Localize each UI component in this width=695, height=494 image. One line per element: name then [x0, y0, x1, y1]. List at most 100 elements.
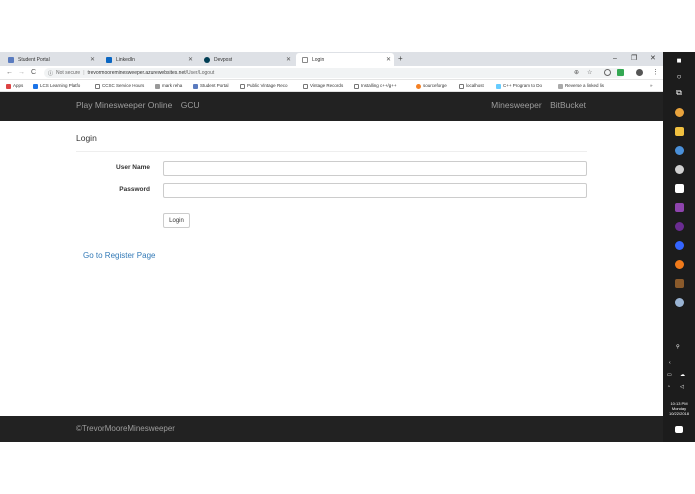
bookmark-apps[interactable]: Apps [6, 82, 23, 90]
mail-icon[interactable] [675, 184, 684, 193]
tab-favicon-icon [8, 56, 14, 63]
taskbar-clock[interactable]: 10:13 PM Monday 10/22/2018 [663, 401, 695, 416]
windows-taskbar: ■ ○ ⧉ ⚲ ‹ ▭ ☁ ◔ ◁ 10:13 PM Monday 10/22/… [663, 52, 695, 442]
address-toolbar: ← → C ⓘ Not secure | trevormooremineswee… [0, 66, 663, 80]
linkedin-icon [106, 56, 112, 63]
profile-avatar[interactable] [636, 69, 643, 76]
page-title: Login [76, 133, 97, 143]
people-icon[interactable]: ⚲ [676, 344, 680, 350]
chrome-icon[interactable] [675, 108, 684, 117]
onedrive-icon[interactable]: ☁ [680, 372, 685, 378]
bookmark-item[interactable]: CCSC Service Hours [95, 82, 144, 90]
bookmarks-bar: Apps LCS Learning Platfo CCSC Service Ho… [0, 80, 663, 92]
bookmark-favicon-icon [558, 83, 563, 89]
file-explorer-icon[interactable] [675, 127, 684, 136]
security-label: Not secure [56, 70, 81, 76]
info-icon[interactable]: ⓘ [48, 70, 53, 77]
back-button[interactable]: ← [6, 68, 13, 78]
reload-button[interactable]: C [31, 68, 36, 78]
site-navbar: Play Minesweeper Online GCU Minesweeper … [0, 92, 663, 121]
close-tab-icon[interactable]: ✕ [286, 56, 291, 63]
chevron-up-icon[interactable]: ‹ [669, 360, 671, 366]
bookmark-favicon-icon [496, 83, 501, 89]
bookmark-item[interactable]: localhost [459, 82, 484, 90]
close-tab-icon[interactable]: ✕ [90, 56, 95, 63]
bookmark-favicon-icon [155, 83, 160, 89]
page-icon [95, 83, 100, 89]
app-icon[interactable] [675, 146, 684, 155]
notification-icon[interactable] [675, 426, 683, 433]
navbar-brand: Play Minesweeper Online GCU [76, 100, 200, 110]
brand-secondary-link[interactable]: GCU [181, 100, 200, 110]
bookmark-item[interactable]: Vintage Records [303, 82, 343, 90]
close-tab-icon[interactable]: ✕ [386, 56, 391, 63]
tab-label: Devpost [214, 56, 233, 63]
battery-icon[interactable]: ▭ [667, 372, 672, 378]
bookmarks-overflow-icon[interactable]: » [650, 82, 653, 90]
zoom-icon[interactable]: ⊕ [574, 68, 579, 78]
username-label: User Name [116, 164, 150, 171]
tab-login[interactable]: Login ✕ [296, 53, 394, 66]
extension-icon[interactable] [604, 69, 611, 76]
page-icon [303, 83, 308, 89]
main-content: Login User Name Password Login Go to Reg… [0, 121, 663, 416]
nav-link-minesweeper[interactable]: Minesweeper [491, 100, 542, 110]
task-view-icon[interactable]: ⧉ [663, 88, 695, 98]
divider [76, 151, 587, 152]
tab-student-portal[interactable]: Student Portal ✕ [2, 53, 98, 66]
close-tab-icon[interactable]: ✕ [188, 56, 193, 63]
extension-icon[interactable] [617, 69, 624, 76]
register-link[interactable]: Go to Register Page [83, 251, 155, 260]
bookmark-item[interactable]: LCS Learning Platfo [33, 82, 80, 90]
apps-icon [6, 83, 11, 89]
page-icon [240, 83, 245, 89]
navbar-links: Minesweeper BitBucket [491, 100, 586, 110]
url-host: trevormooreminesweeper.azurewebsites.net [87, 70, 186, 76]
wifi-icon[interactable]: ◔ [667, 384, 670, 390]
site-footer: ©TrevorMooreMinesweeper [0, 416, 663, 442]
bookmark-favicon-icon [193, 83, 198, 89]
username-input[interactable] [163, 161, 587, 176]
visual-studio-icon[interactable] [675, 203, 684, 212]
devpost-icon [204, 56, 210, 63]
brand-link[interactable]: Play Minesweeper Online [76, 100, 172, 110]
password-input[interactable] [163, 183, 587, 198]
clock-date: 10/22/2018 [668, 411, 690, 416]
login-button[interactable]: Login [163, 213, 190, 228]
app-icon[interactable] [675, 260, 684, 269]
bookmark-item[interactable]: Public Vintage Reco [240, 82, 287, 90]
password-label: Password [119, 186, 150, 193]
app-icon[interactable] [675, 165, 684, 174]
app-icon[interactable] [675, 222, 684, 231]
bookmark-item[interactable]: Student Portal [193, 82, 229, 90]
tab-strip: Student Portal ✕ LinkedIn ✕ Devpost ✕ Lo… [0, 52, 663, 66]
menu-icon[interactable]: ⋮ [652, 68, 659, 78]
bookmark-item[interactable]: C++ Program to Do [496, 82, 542, 90]
sourceforge-icon [416, 83, 421, 89]
url-path: /User/Logout [185, 70, 215, 76]
app-icon[interactable] [675, 279, 684, 288]
bookmark-item[interactable]: sourceforge [416, 82, 447, 90]
close-window-button[interactable]: ✕ [650, 52, 656, 65]
windows-icon[interactable]: ■ [663, 56, 695, 65]
nav-link-bitbucket[interactable]: BitBucket [550, 100, 586, 110]
app-icon[interactable] [675, 241, 684, 250]
app-icon[interactable] [675, 298, 684, 307]
bookmark-item[interactable]: Installing c++/g++ [354, 82, 397, 90]
page-icon [354, 83, 359, 89]
url-bar[interactable]: ⓘ Not secure | trevormooreminesweeper.az… [44, 68, 624, 78]
minimize-button[interactable]: – [613, 52, 617, 65]
bookmark-item[interactable]: Reverse a linked lis [558, 82, 604, 90]
cortana-icon[interactable]: ○ [663, 72, 695, 81]
bookmark-favicon-icon [33, 83, 38, 89]
volume-icon[interactable]: ◁ [680, 384, 684, 390]
restore-button[interactable]: ❐ [631, 52, 637, 65]
tab-linkedin[interactable]: LinkedIn ✕ [100, 53, 196, 66]
bookmark-item[interactable]: mark reha [155, 82, 182, 90]
new-tab-button[interactable]: + [398, 52, 403, 66]
footer-copyright: ©TrevorMooreMinesweeper [76, 424, 175, 433]
tab-label: Student Portal [18, 56, 50, 63]
forward-button[interactable]: → [18, 68, 25, 78]
bookmark-star-icon[interactable]: ☆ [587, 68, 592, 78]
tab-devpost[interactable]: Devpost ✕ [198, 53, 294, 66]
